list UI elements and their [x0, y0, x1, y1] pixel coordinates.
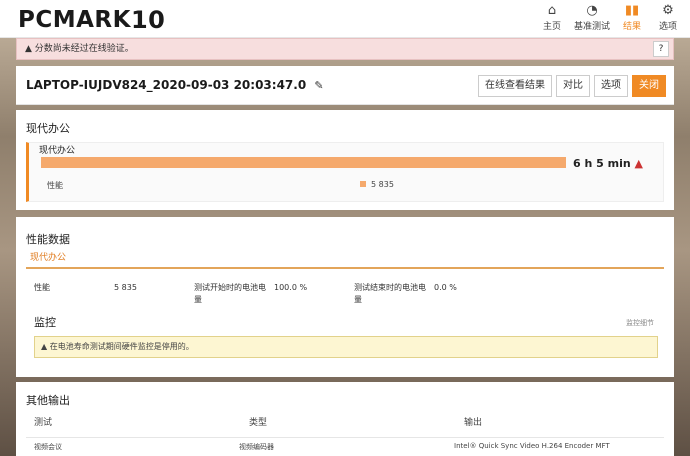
result-actions: 在线查看结果 对比 选项 关闭: [478, 75, 666, 97]
pencil-icon[interactable]: ✎: [314, 79, 323, 92]
options-button[interactable]: 选项: [594, 75, 628, 97]
perf-label: 性能: [47, 181, 63, 190]
validation-warning: ▲ 分数尚未经过在线验证。 ?: [16, 38, 674, 60]
view-online-button[interactable]: 在线查看结果: [478, 75, 552, 97]
other-section-title: 其他输出: [26, 394, 70, 407]
nav-options[interactable]: ⚙ 选项: [652, 3, 684, 32]
warning-icon: ▲: [25, 44, 32, 54]
end-battery-value: 0.0 %: [434, 283, 457, 292]
col-header-output: 输出: [464, 418, 483, 428]
logo-number: 10: [130, 6, 166, 34]
monitoring-notice: ▲ 在电池寿命测试期间硬件监控是停用的。: [34, 336, 658, 358]
score-label: 现代办公: [39, 146, 76, 156]
legend-swatch: [360, 181, 366, 187]
perf-row-value: 5 835: [114, 283, 137, 292]
performance-data-card: 性能数据 现代办公 性能 5 835 测试开始时的电池电量 100.0 % 测试…: [16, 217, 674, 377]
result-title-card: LAPTOP-IUJDV824_2020-09-03 20:03:47.0 ✎ …: [16, 66, 674, 105]
nav-results[interactable]: ▮▮ 结果: [616, 3, 648, 32]
cell-output: Intel® Quick Sync Video H.264 Encoder MF…: [454, 442, 610, 450]
score-panel: 现代办公 6 h 5 min ▲ 性能 5 835: [26, 142, 664, 202]
result-name: LAPTOP-IUJDV824_2020-09-03 20:03:47.0 ✎: [26, 78, 324, 92]
gear-icon: ⚙: [662, 3, 674, 18]
perf-section-title: 性能数据: [26, 233, 70, 246]
home-icon: ⌂: [547, 3, 557, 18]
nav-home[interactable]: ⌂ 主页: [536, 3, 568, 32]
help-button[interactable]: ?: [653, 41, 669, 57]
nav-benchmarks[interactable]: ◔ 基准测试: [572, 3, 612, 32]
logo-text: PCMARK: [18, 7, 131, 33]
close-button[interactable]: 关闭: [632, 75, 666, 97]
score-bar: [41, 157, 566, 168]
nav-benchmarks-label: 基准测试: [573, 22, 610, 32]
nav-home-label: 主页: [542, 22, 561, 32]
table-divider: [26, 437, 664, 438]
nav-options-label: 选项: [658, 22, 677, 32]
tab-modern-office[interactable]: 现代办公: [30, 250, 66, 263]
cell-test: 视频会议: [34, 443, 62, 451]
other-output-card: 其他输出 测试 类型 输出 视频会议 视频编码器 Intel® Quick Sy…: [16, 382, 674, 456]
cell-type: 视频编码器: [239, 443, 274, 451]
battery-life-text: 6 h 5 min: [572, 157, 631, 170]
end-battery-label: 测试结束时的电池电量: [354, 283, 426, 304]
score-card: 现代办公 现代办公 6 h 5 min ▲ 性能 5 835: [16, 110, 674, 210]
warning-text: 分数尚未经过在线验证。: [34, 44, 134, 54]
compare-button[interactable]: 对比: [556, 75, 590, 97]
bar-chart-icon: ▮▮: [624, 3, 640, 18]
section-title: 现代办公: [26, 122, 70, 135]
perf-tabs: 现代办公: [26, 247, 664, 269]
warning-triangle-icon: ▲: [634, 157, 643, 170]
notice-warning-icon: ▲: [41, 342, 48, 351]
monitoring-title: 监控: [34, 316, 56, 329]
battery-life-value: 6 h 5 min ▲: [573, 157, 643, 170]
col-header-test: 测试: [34, 418, 53, 428]
top-bar: PCMARK10 ⌂ 主页 ◔ 基准测试 ▮▮ 结果 ⚙ 选项: [0, 0, 690, 38]
nav-results-label: 结果: [622, 22, 641, 32]
notice-text: 在电池寿命测试期间硬件监控是停用的。: [49, 342, 194, 351]
start-battery-label: 测试开始时的电池电量: [194, 283, 266, 304]
perf-score: 5 835: [371, 180, 394, 189]
pcmark-logo: PCMARK10: [18, 5, 166, 34]
result-title: LAPTOP-IUJDV824_2020-09-03 20:03:47.0: [26, 78, 307, 92]
perf-row-label: 性能: [34, 283, 50, 292]
col-header-type: 类型: [249, 418, 268, 428]
start-battery-value: 100.0 %: [274, 283, 308, 292]
monitoring-details-link[interactable]: 监控细节: [626, 318, 654, 328]
main-nav: ⌂ 主页 ◔ 基准测试 ▮▮ 结果 ⚙ 选项: [532, 3, 684, 32]
gauge-icon: ◔: [586, 3, 598, 18]
